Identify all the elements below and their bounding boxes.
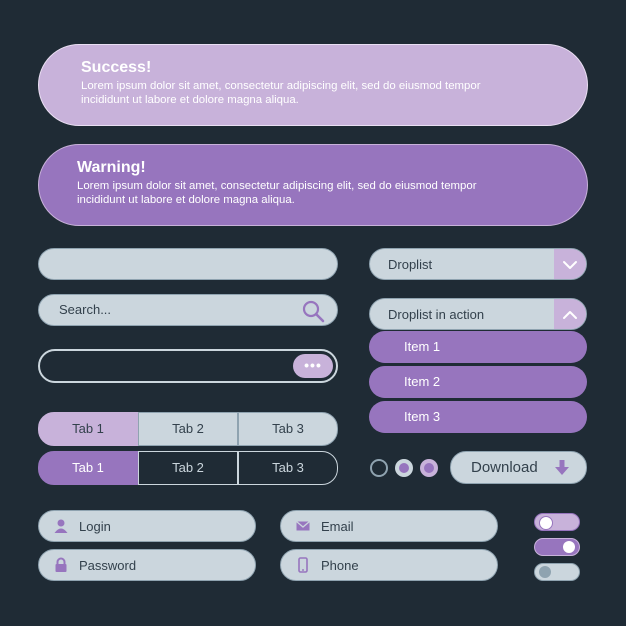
droplist-open-toggle[interactable] bbox=[554, 299, 586, 329]
download-button[interactable]: Download bbox=[450, 451, 587, 484]
droplist-label: Droplist bbox=[388, 257, 433, 272]
lock-icon bbox=[55, 557, 67, 572]
radio-2-dot bbox=[399, 463, 409, 473]
login-field[interactable]: Login bbox=[38, 510, 256, 542]
tab-dark-2[interactable]: Tab 2 bbox=[138, 451, 238, 485]
droplist[interactable]: Droplist bbox=[369, 248, 587, 280]
warning-alert-line2: incididunt ut labore et dolore magna ali… bbox=[77, 194, 295, 206]
radio-3[interactable] bbox=[420, 459, 438, 477]
toggle-1[interactable] bbox=[534, 513, 580, 531]
tab-light-2[interactable]: Tab 2 bbox=[138, 412, 238, 446]
phone-icon bbox=[298, 557, 308, 573]
droplist-item-3[interactable]: Item 3 bbox=[369, 401, 587, 433]
tab-bar-dark: Tab 1 Tab 2 Tab 3 bbox=[38, 451, 338, 485]
toggle-1-knob bbox=[539, 516, 553, 530]
tab-dark-1[interactable]: Tab 1 bbox=[38, 451, 138, 485]
success-alert-line2: incididunt ut labore et dolore magna ali… bbox=[81, 94, 299, 106]
toggle-2[interactable] bbox=[534, 538, 580, 556]
email-field[interactable]: Email bbox=[280, 510, 498, 542]
email-label: Email bbox=[321, 519, 354, 534]
radio-1[interactable] bbox=[370, 459, 388, 477]
toggle-3[interactable] bbox=[534, 563, 580, 581]
success-alert-title: Success! bbox=[81, 59, 152, 76]
warning-alert-title: Warning! bbox=[77, 159, 146, 176]
tab-light-1[interactable]: Tab 1 bbox=[38, 412, 138, 446]
login-label: Login bbox=[79, 519, 111, 534]
download-label: Download bbox=[471, 459, 538, 476]
droplist-open-label: Droplist in action bbox=[388, 307, 485, 322]
chevron-down-icon bbox=[563, 261, 577, 269]
password-field[interactable]: Password bbox=[38, 549, 256, 581]
user-icon bbox=[54, 519, 68, 533]
success-alert-body: Lorem ipsum dolor sit amet, consectetur … bbox=[81, 79, 557, 107]
warning-alert-line1: Lorem ipsum dolor sit amet, consectetur … bbox=[77, 180, 477, 192]
password-label: Password bbox=[79, 558, 137, 573]
chevron-up-icon bbox=[563, 311, 577, 319]
tab-dark-3[interactable]: Tab 3 bbox=[238, 451, 338, 485]
warning-alert-body: Lorem ipsum dolor sit amet, consectetur … bbox=[77, 179, 557, 207]
search-placeholder: Search... bbox=[59, 302, 112, 317]
droplist-item-1[interactable]: Item 1 bbox=[369, 331, 587, 363]
download-arrow-icon bbox=[555, 460, 569, 475]
radio-2[interactable] bbox=[395, 459, 413, 477]
message-input[interactable]: ••• bbox=[38, 349, 338, 383]
text-input[interactable] bbox=[38, 248, 338, 280]
droplist-toggle[interactable] bbox=[554, 249, 586, 279]
search-icon[interactable] bbox=[301, 299, 325, 323]
more-button[interactable]: ••• bbox=[293, 354, 333, 378]
phone-field[interactable]: Phone bbox=[280, 549, 498, 581]
tab-bar-light: Tab 1 Tab 2 Tab 3 bbox=[38, 412, 338, 446]
success-alert-line1: Lorem ipsum dolor sit amet, consectetur … bbox=[81, 80, 481, 92]
tab-light-3[interactable]: Tab 3 bbox=[238, 412, 338, 446]
phone-label: Phone bbox=[321, 558, 359, 573]
toggle-3-knob bbox=[539, 566, 551, 578]
mail-icon bbox=[296, 521, 310, 531]
search-input[interactable]: Search... bbox=[38, 294, 338, 326]
success-alert: Success! Lorem ipsum dolor sit amet, con… bbox=[38, 44, 588, 126]
toggle-2-knob bbox=[563, 541, 575, 553]
droplist-open[interactable]: Droplist in action bbox=[369, 298, 587, 330]
droplist-item-2[interactable]: Item 2 bbox=[369, 366, 587, 398]
radio-3-dot bbox=[424, 463, 434, 473]
warning-alert: Warning! Lorem ipsum dolor sit amet, con… bbox=[38, 144, 588, 226]
